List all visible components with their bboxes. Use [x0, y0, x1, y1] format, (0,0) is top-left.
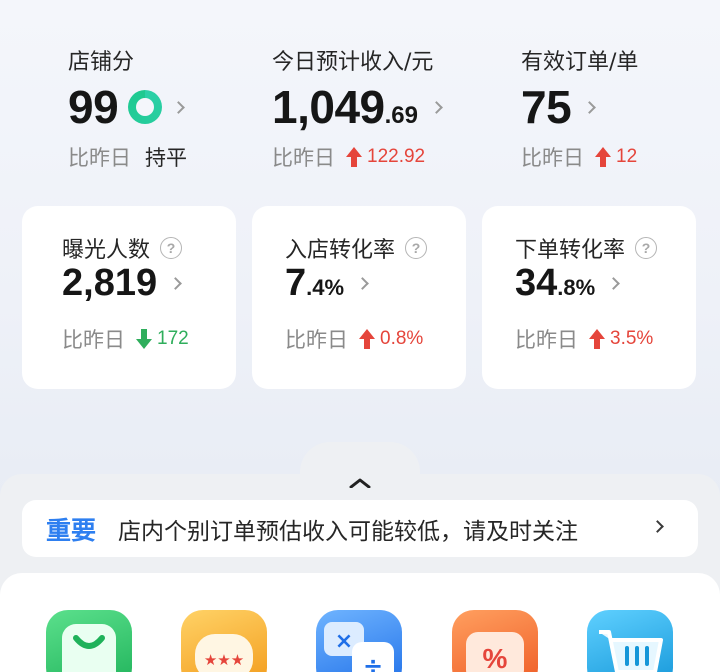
compare-label: 比昨日 [62, 328, 125, 352]
compare-label: 比昨日 [68, 146, 131, 170]
compare-label: 比昨日 [521, 146, 584, 170]
chevron-right-icon [651, 520, 664, 533]
important-notice-bar[interactable]: 重要 店内个别订单预估收入可能较低，请及时关注 [22, 500, 698, 557]
stat-shop-score[interactable]: 店铺分 99 比昨日 持平 [68, 44, 187, 172]
caret-up-icon[interactable] [349, 478, 371, 488]
income-value-main: 1,049 [272, 81, 385, 133]
compare-value: 172 [157, 328, 189, 349]
chevron-right-icon [583, 100, 597, 114]
card-store-conversion[interactable]: 入店转化率 ? 7 .4% 比昨日 0.8% [252, 206, 466, 389]
orders-value: 75 [521, 81, 572, 133]
notice-message: 店内个别订单预估收入可能较低，请及时关注 [118, 518, 579, 545]
card-label: 下单转化率 [515, 238, 626, 263]
order-conversion-decimal: .8% [557, 275, 596, 300]
compare-label: 比昨日 [272, 146, 335, 170]
chevron-right-icon [430, 100, 443, 114]
help-icon[interactable]: ? [160, 237, 183, 259]
score-ring-icon [128, 90, 163, 124]
compare-label: 比昨日 [515, 328, 578, 352]
stat-label: 有效订单/单 [521, 50, 639, 75]
order-conversion-main: 34 [515, 262, 558, 304]
arrow-up-icon [346, 147, 362, 167]
chevron-right-icon [169, 277, 182, 290]
arrow-down-icon [136, 329, 152, 349]
card-exposure[interactable]: 曝光人数 ? 2,819 比昨日 172 [22, 206, 236, 389]
chevron-right-icon [172, 100, 186, 114]
compare-label: 比昨日 [285, 328, 348, 352]
card-label: 曝光人数 [62, 238, 151, 263]
stat-label: 今日预计收入/元 [272, 50, 434, 75]
arrow-up-icon [589, 329, 605, 349]
arrow-up-icon [359, 329, 375, 349]
store-conversion-main: 7 [285, 262, 307, 304]
coupon-percent-icon[interactable]: % [452, 610, 538, 672]
shopping-cart-icon[interactable] [587, 610, 673, 672]
arrow-up-icon [595, 147, 611, 167]
compare-value: 0.8% [380, 328, 424, 349]
compare-value: 3.5% [610, 328, 654, 349]
exposure-value: 2,819 [62, 262, 158, 304]
stat-estimated-income[interactable]: 今日预计收入/元 1,049 .69 比昨日 122.92 [272, 44, 443, 172]
help-icon[interactable]: ? [405, 237, 428, 259]
compare-value: 持平 [145, 146, 187, 170]
compare-value: 12 [616, 146, 638, 167]
help-icon[interactable]: ? [635, 237, 658, 259]
stat-valid-orders[interactable]: 有效订单/单 75 比昨日 12 [521, 44, 638, 172]
store-conversion-decimal: .4% [306, 275, 345, 300]
notice-tag: 重要 [46, 515, 97, 545]
compare-value: 122.92 [367, 146, 426, 167]
shopping-bag-icon[interactable] [46, 610, 132, 672]
card-label: 入店转化率 [285, 238, 396, 263]
stat-label: 店铺分 [68, 50, 135, 75]
svg-text:★★★: ★★★ [204, 651, 244, 669]
chevron-right-icon [607, 277, 621, 290]
svg-text:×: × [335, 629, 353, 654]
svg-text:÷: ÷ [363, 652, 383, 672]
svg-text:%: % [483, 643, 508, 672]
review-bubble-icon[interactable]: ★★★ [181, 610, 267, 672]
income-value-decimal: .69 [384, 102, 418, 129]
calculator-icon[interactable]: × ÷ [316, 610, 402, 672]
shop-score-value: 99 [68, 81, 119, 133]
chevron-right-icon [356, 277, 369, 290]
card-order-conversion[interactable]: 下单转化率 ? 34 .8% 比昨日 3.5% [482, 206, 696, 389]
